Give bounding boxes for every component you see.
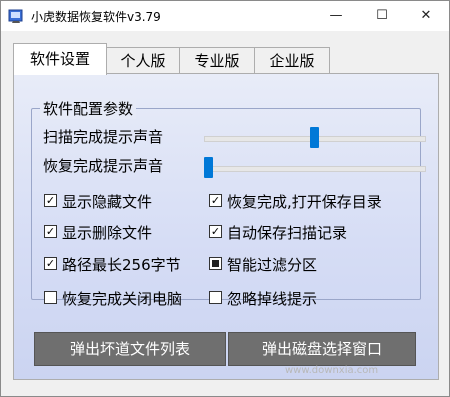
checkbox-label: 智能过滤分区 [227,256,318,274]
minimize-button[interactable]: — [313,1,359,31]
checkbox-box[interactable]: ✓ [209,225,222,238]
bad-sector-list-button[interactable]: 弹出坏道文件列表 [34,332,226,366]
slider-thumb[interactable] [310,127,319,148]
slider-thumb[interactable] [204,157,213,178]
checkbox-box[interactable]: ✓ [44,225,57,238]
disk-select-window-button[interactable]: 弹出磁盘选择窗口 [228,332,416,366]
checkbox-label: 忽略掉线提示 [227,290,318,308]
checkbox-box[interactable]: ✓ [209,194,222,207]
checkbox-label: 显示删除文件 [62,224,153,242]
checkbox-box[interactable] [209,291,222,304]
checkbox-box[interactable] [44,291,57,304]
maximize-button[interactable]: ☐ [359,1,405,31]
checkbox-box[interactable]: ✓ [44,257,57,270]
checkbox-label: 恢复完成关闭电脑 [62,290,183,308]
window-title: 小虎数据恢复软件v3.79 [31,10,161,24]
scan-sound-label: 扫描完成提示声音 [43,128,164,146]
watermark: www.downxia.com [285,365,379,376]
tab-professional-edition[interactable]: 专业版 [179,47,255,74]
title-bar[interactable]: 小虎数据恢复软件v3.79 — ☐ ✕ [1,1,449,31]
checkbox-box[interactable]: ✓ [44,194,57,207]
close-button[interactable]: ✕ [403,1,449,31]
group-title: 软件配置参数 [40,98,137,119]
slider-track [204,166,426,172]
config-group: 软件配置参数 扫描完成提示声音 恢复完成提示声音 ✓ 显示隐藏文件 ✓ 恢复完成… [31,98,426,300]
checkbox-label: 显示隐藏文件 [62,193,153,211]
checkbox-box[interactable] [209,257,222,270]
checkbox-label: 恢复完成,打开保存目录 [227,193,382,211]
tab-personal-edition[interactable]: 个人版 [106,47,180,74]
app-window: 小虎数据恢复软件v3.79 — ☐ ✕ 软件设置 个人版 专业版 企业版 软件配… [0,0,450,397]
settings-panel: 软件配置参数 扫描完成提示声音 恢复完成提示声音 ✓ 显示隐藏文件 ✓ 恢复完成… [13,73,439,380]
tab-enterprise-edition[interactable]: 企业版 [254,47,330,74]
checkbox-label: 自动保存扫描记录 [227,224,348,242]
tab-software-settings[interactable]: 软件设置 [13,43,107,75]
scan-sound-slider[interactable] [204,127,426,149]
checkbox-label: 路径最长256字节 [62,256,181,274]
restore-sound-label: 恢复完成提示声音 [43,157,164,175]
app-logo-icon [8,9,23,23]
restore-sound-slider[interactable] [204,157,426,179]
